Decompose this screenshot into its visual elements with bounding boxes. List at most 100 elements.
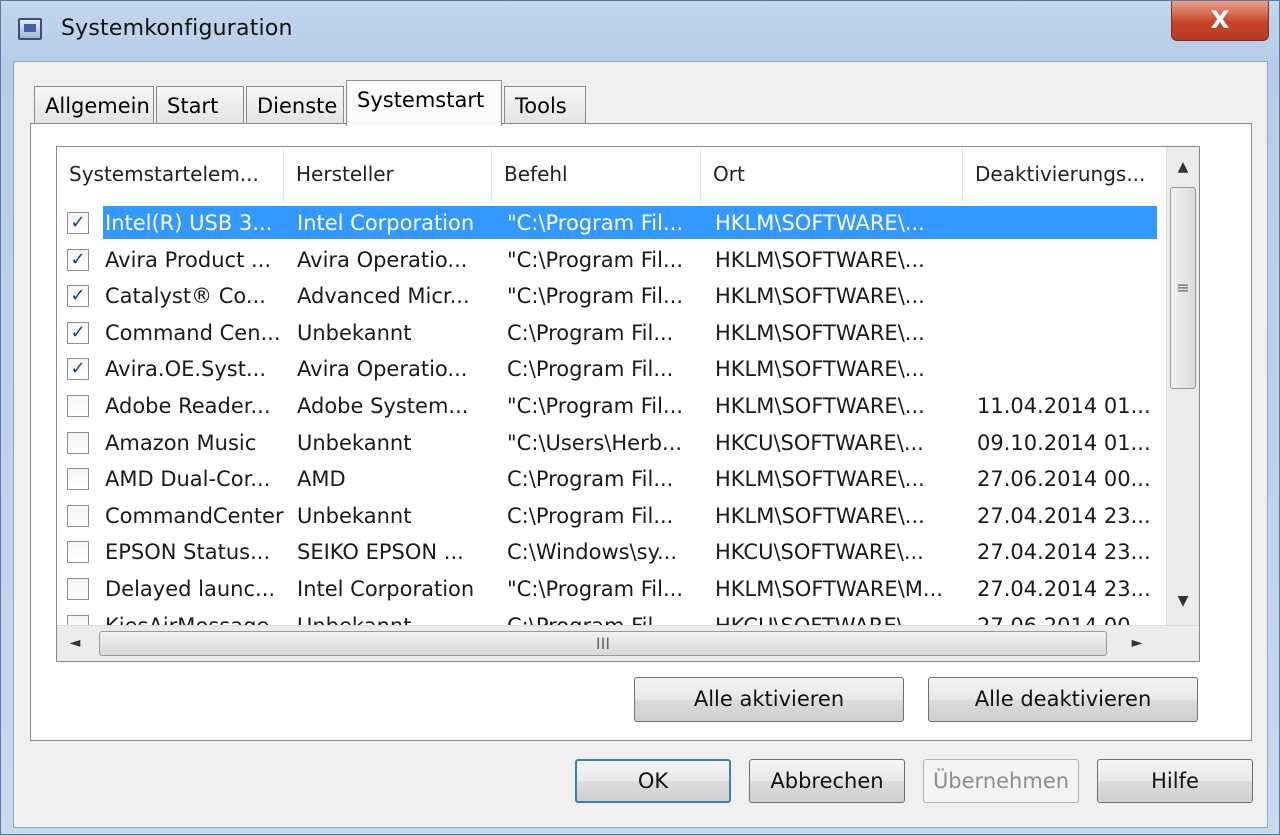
tab-tools[interactable]: Tools — [504, 86, 586, 124]
row-checkbox[interactable] — [67, 504, 89, 527]
table-row[interactable]: ✓ Catalyst® Co... Advanced Micr... "C:\Prog… — [57, 278, 1157, 314]
table-row[interactable]: ✓ Avira Product ... Avira Operatio... "C:\P… — [57, 242, 1157, 278]
column-header-location[interactable]: Ort — [701, 147, 963, 202]
table-row[interactable]: AMD Dual-Cor... AMD C:\Program Fil... HKLM\… — [57, 461, 1157, 497]
cell-manufacturer: Unbekannt — [297, 608, 502, 625]
cell-manufacturer: SEIKO EPSON ... — [297, 540, 464, 565]
cell-disabled-date: 11.04.2014 01... — [977, 394, 1151, 418]
list-rows: ✓ Intel(R) USB 3... Intel Corporation "C:\P… — [57, 205, 1157, 625]
cell-disabled-date: 27.04.2014 23... — [977, 540, 1151, 565]
cell-command: C:\Program Fil... — [507, 608, 707, 625]
cell-command: "C:\Program Fil... — [507, 577, 683, 601]
cell-item: AMD Dual-Cor... — [105, 467, 271, 492]
cell-command: "C:\Program Fil... — [507, 211, 683, 235]
cell-manufacturer: AMD — [297, 467, 346, 492]
row-checkbox[interactable]: ✓ — [67, 212, 89, 234]
tab-start[interactable]: Start — [156, 86, 244, 124]
list-header: Systemstartelem... Hersteller Befehl Ort… — [57, 147, 1157, 202]
row-checkbox[interactable]: ✓ — [67, 285, 89, 308]
cell-command: "C:\Program Fil... — [507, 284, 683, 309]
table-row[interactable]: KiesAirMessage Unbekannt C:\Program Fil...… — [57, 608, 1157, 625]
table-row[interactable]: Amazon Music Unbekannt "C:\Users\Herb... HK… — [57, 425, 1157, 461]
column-header-disabled-date[interactable]: Deaktivierungs... — [963, 147, 1167, 202]
dialog-window: Systemkonfiguration X Allgemein Start Di… — [0, 0, 1280, 835]
cell-manufacturer: Unbekannt — [297, 320, 412, 345]
tab-panel: Systemstartelem... Hersteller Befehl Ort… — [30, 123, 1252, 741]
horizontal-scroll-thumb[interactable]: III — [99, 631, 1107, 656]
row-checkbox[interactable]: ✓ — [67, 321, 89, 344]
disable-all-button[interactable]: Alle deaktivieren — [928, 677, 1198, 722]
vertical-scroll-thumb[interactable]: ≡ — [1170, 187, 1196, 389]
tab-dienste[interactable]: Dienste — [246, 86, 344, 124]
column-header-item[interactable]: Systemstartelem... — [57, 147, 284, 202]
checkmark-icon: ✓ — [70, 212, 86, 233]
scroll-up-arrow[interactable]: ▲ — [1167, 151, 1199, 183]
app-icon — [18, 18, 42, 40]
dialog-client: Allgemein Start Dienste Systemstart Tool… — [13, 61, 1268, 828]
cell-location: HKLM\SOFTWARE\... — [715, 211, 925, 235]
table-row[interactable]: EPSON Status... SEIKO EPSON ... C:\Windows… — [57, 534, 1157, 570]
cell-location: HKLM\SOFTWARE\... — [715, 357, 925, 382]
cell-location: HKCU\SOFTWARE\... — [715, 608, 970, 625]
cell-item: KiesAirMessage — [105, 608, 285, 625]
table-row[interactable]: Delayed launc... Intel Corporation "C:\Pro… — [57, 571, 1157, 607]
cell-item: CommandCenter — [105, 503, 284, 528]
cell-command: C:\Windows\sy... — [507, 540, 678, 565]
column-header-command[interactable]: Befehl — [492, 147, 701, 202]
row-checkbox[interactable] — [67, 431, 89, 454]
checkmark-icon: ✓ — [70, 248, 86, 270]
close-button[interactable]: X — [1171, 1, 1269, 41]
scroll-right-arrow[interactable]: ► — [1121, 626, 1153, 661]
row-checkbox[interactable] — [67, 468, 89, 491]
horizontal-scrollbar[interactable]: ◄ III ► — [57, 625, 1199, 661]
cell-item: EPSON Status... — [105, 540, 271, 565]
cell-disabled-date: 09.10.2014 01... — [977, 430, 1151, 455]
tab-allgemein[interactable]: Allgemein — [34, 86, 154, 124]
cell-location: HKCU\SOFTWARE\... — [715, 430, 924, 455]
cell-location: HKLM\SOFTWARE\... — [715, 394, 925, 418]
cell-manufacturer: Avira Operatio... — [297, 247, 468, 272]
cell-manufacturer: Avira Operatio... — [297, 357, 468, 382]
cell-disabled-date: 27.04.2014 23... — [977, 503, 1151, 528]
row-checkbox[interactable]: ✓ — [67, 358, 89, 381]
table-row[interactable]: ✓ Avira.OE.Syst... Avira Operatio... C:\Pro… — [57, 351, 1157, 387]
cell-disabled-date: 27.06.2014 00... — [977, 608, 1157, 625]
apply-button[interactable]: Übernehmen — [923, 759, 1079, 803]
row-checkbox[interactable] — [67, 541, 89, 564]
cancel-button[interactable]: Abbrechen — [749, 759, 905, 803]
cell-location: HKCU\SOFTWARE\... — [715, 540, 924, 565]
scroll-down-arrow[interactable]: ▼ — [1167, 585, 1199, 617]
table-row[interactable]: CommandCenter Unbekannt C:\Program Fil... H… — [57, 498, 1157, 534]
row-checkbox[interactable]: ✓ — [67, 248, 89, 271]
cell-manufacturer: Adobe System... — [297, 394, 469, 418]
table-row[interactable]: Adobe Reader... Adobe System... "C:\Progra… — [57, 388, 1157, 424]
column-header-manufacturer[interactable]: Hersteller — [284, 147, 492, 202]
title-bar[interactable]: Systemkonfiguration X — [1, 1, 1279, 59]
row-checkbox[interactable] — [67, 614, 89, 625]
cell-item: Delayed launc... — [105, 577, 276, 601]
scroll-left-arrow[interactable]: ◄ — [59, 626, 91, 661]
cell-manufacturer: Advanced Micr... — [297, 284, 470, 309]
cell-manufacturer: Unbekannt — [297, 430, 412, 455]
cell-location: HKLM\SOFTWARE\... — [715, 320, 925, 345]
enable-all-button[interactable]: Alle aktivieren — [634, 677, 904, 722]
table-row[interactable]: ✓ Intel(R) USB 3... Intel Corporation "C:\P… — [57, 205, 1157, 241]
cell-command: "C:\Program Fil... — [507, 247, 683, 272]
row-checkbox[interactable] — [67, 578, 89, 600]
row-checkbox[interactable] — [67, 395, 89, 417]
cell-disabled-date: 27.06.2014 00... — [977, 467, 1151, 492]
cell-command: C:\Program Fil... — [507, 467, 674, 492]
cell-location: HKLM\SOFTWARE\... — [715, 467, 925, 492]
ok-button[interactable]: OK — [575, 759, 731, 803]
tab-systemstart[interactable]: Systemstart — [346, 80, 502, 126]
cell-item: Intel(R) USB 3... — [105, 211, 273, 235]
cell-item: Command Cen... — [105, 320, 281, 345]
cell-command: C:\Program Fil... — [507, 503, 674, 528]
cell-location: HKLM\SOFTWARE\... — [715, 284, 925, 309]
table-row[interactable]: ✓ Command Cen... Unbekannt C:\Program Fil..… — [57, 315, 1157, 351]
cell-item: Avira Product ... — [105, 247, 272, 272]
vertical-scrollbar[interactable]: ▲ ≡ ▼ — [1166, 147, 1199, 625]
cell-manufacturer: Intel Corporation — [297, 577, 475, 601]
startup-list[interactable]: Systemstartelem... Hersteller Befehl Ort… — [56, 146, 1200, 662]
help-button[interactable]: Hilfe — [1097, 759, 1253, 803]
